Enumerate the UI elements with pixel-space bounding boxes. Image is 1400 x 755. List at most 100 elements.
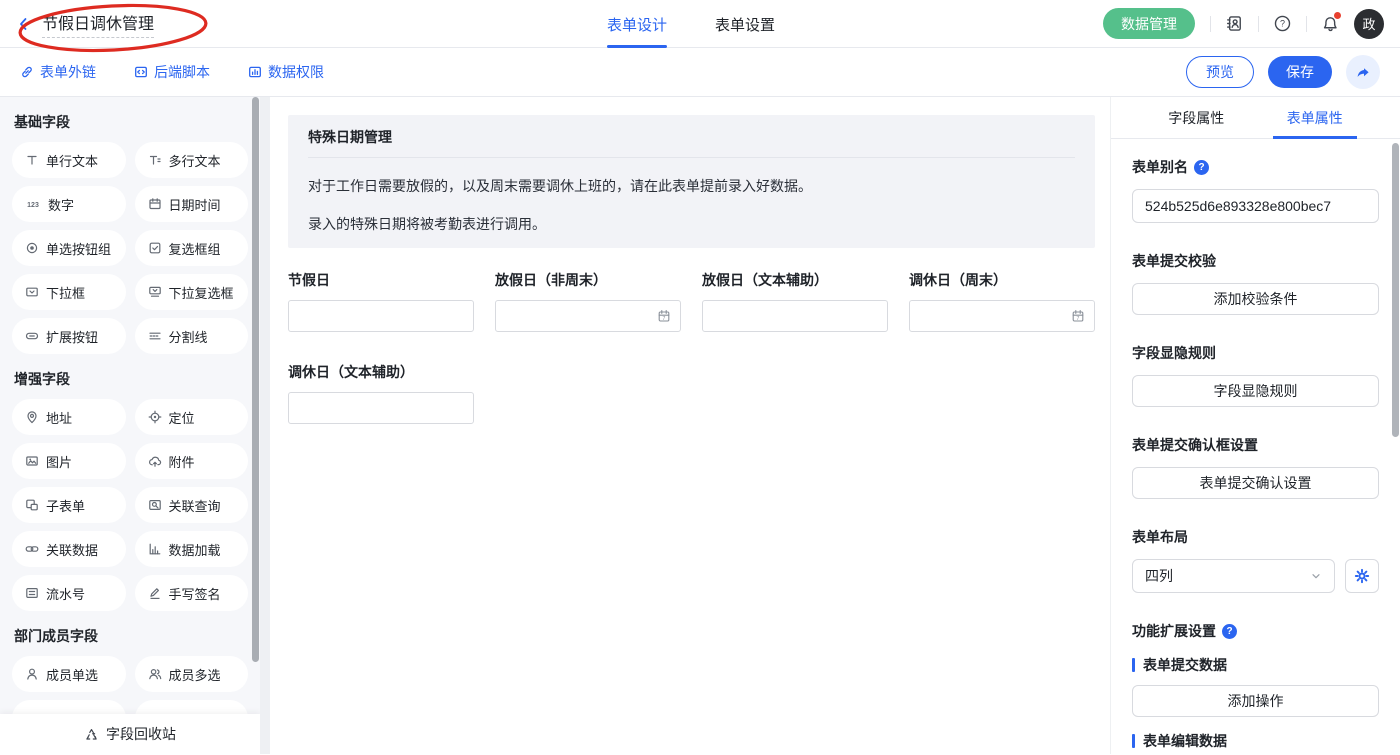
section-title: 基础字段 [14,112,246,132]
help-icon[interactable]: ? [1274,15,1291,32]
tab-form-design[interactable]: 表单设计 [607,0,667,48]
single-line-text-icon [25,153,39,167]
visibility-rule-button[interactable]: 字段显隐规则 [1132,375,1379,407]
main-tabs: 表单设计 表单设置 [607,0,775,48]
form-canvas: 特殊日期管理 对于工作日需要放假的，以及周末需要调休上班的，请在此表单提前录入好… [270,97,1110,754]
multi-dropdown-icon [148,285,162,299]
map-pin-icon [25,410,39,424]
panel-scrollbar[interactable] [1392,143,1399,437]
form-title[interactable]: 节假日调休管理 [42,10,154,38]
form-alias-input[interactable]: 524b525d6e893328e800bec7 [1132,189,1379,223]
field-pill-subform[interactable]: 子表单 [12,487,126,523]
notification-bell-icon[interactable] [1322,15,1339,32]
section-title: 增强字段 [14,369,246,389]
field-pill-location[interactable]: 定位 [135,399,249,435]
help-badge-icon[interactable]: ? [1194,160,1209,175]
number-icon: 123 [25,197,41,211]
text-input[interactable] [702,300,888,332]
description-card[interactable]: 特殊日期管理 对于工作日需要放假的，以及周末需要调休上班的，请在此表单提前录入好… [288,115,1095,248]
field-pill-single-line-text[interactable]: 单行文本 [12,142,126,178]
field-pill-address[interactable]: 地址 [12,399,126,435]
data-manage-button[interactable]: 数据管理 [1103,8,1195,39]
bar-chart-icon [148,542,162,556]
canvas-field-dayoff-text[interactable]: 放假日（文本辅助） [702,270,888,332]
field-pill-extend-button[interactable]: 扩展按钮 [12,318,126,354]
field-pill-select[interactable]: 下拉框 [12,274,126,310]
field-pill-checkbox-group[interactable]: 复选框组 [135,230,249,266]
avatar[interactable]: 政 [1354,9,1384,39]
field-pill-member-multi[interactable]: 成员多选 [135,656,249,692]
add-check-condition-button[interactable]: 添加校验条件 [1132,283,1379,315]
section-title: 部门成员字段 [14,626,246,646]
field-pill-serial-number[interactable]: 流水号 [12,575,126,611]
field-pill-linked-query[interactable]: 关联查询 [135,487,249,523]
field-pill-datetime[interactable]: 日期时间 [135,186,249,222]
text-input[interactable] [288,300,474,332]
text-input[interactable] [288,392,474,424]
form-layout-label: 表单布局 [1132,527,1379,547]
recycle-icon [84,727,99,742]
canvas-field-workday-text[interactable]: 调休日（文本辅助） [288,362,474,424]
add-submit-action-button[interactable]: 添加操作 [1132,685,1379,717]
field-pill-data-load[interactable]: 数据加载 [135,531,249,567]
tab-form-properties[interactable]: 表单属性 [1281,97,1349,138]
permission-icon [248,65,262,79]
dropdown-icon [25,285,39,299]
form-alias-label: 表单别名 [1132,157,1188,177]
submit-confirm-button[interactable]: 表单提交确认设置 [1132,467,1379,499]
card-text-line1: 对于工作日需要放假的，以及周末需要调休上班的，请在此表单提前录入好数据。 [308,176,1075,196]
field-pill-multiline-text[interactable]: 多行文本 [135,142,249,178]
edit-data-label: 表单编辑数据 [1132,731,1379,751]
top-nav: 节假日调休管理 表单设计 表单设置 数据管理 ? 政 [0,0,1400,48]
field-pill-linked-data[interactable]: 关联数据 [12,531,126,567]
script-icon [134,65,148,79]
crosshair-icon [148,410,162,424]
svg-text:?: ? [1280,19,1285,29]
date-input[interactable]: 7 [495,300,681,332]
canvas-field-holiday[interactable]: 节假日 [288,270,474,332]
field-pill-image[interactable]: 图片 [12,443,126,479]
divider-lines-icon [148,329,162,343]
field-pill-multi-select[interactable]: 下拉复选框 [135,274,249,310]
properties-panel: 字段属性 表单属性 表单别名 ? 524b525d6e893328e800bec… [1110,97,1400,754]
preview-button[interactable]: 预览 [1186,56,1254,88]
people-icon [148,667,162,681]
layout-settings-button[interactable] [1345,559,1379,593]
chevron-down-icon [1310,570,1322,582]
svg-text:7: 7 [663,316,666,322]
date-input[interactable]: 7 [909,300,1095,332]
canvas-field-workday-weekend[interactable]: 调休日（周末） 7 [909,270,1095,332]
serial-number-icon [25,586,39,600]
person-icon [25,667,39,681]
canvas-field-dayoff-nonweekend[interactable]: 放假日（非周末） 7 [495,270,681,332]
card-title: 特殊日期管理 [308,127,1075,147]
field-pill-signature[interactable]: 手写签名 [135,575,249,611]
calendar-7-icon: 7 [1071,309,1085,323]
address-book-icon[interactable] [1226,15,1243,32]
field-pill-radio-group[interactable]: 单选按钮组 [12,230,126,266]
field-pill-divider[interactable]: 分割线 [135,318,249,354]
field-pill-number[interactable]: 123数字 [12,186,126,222]
field-pill-attachment[interactable]: 附件 [135,443,249,479]
external-link-button[interactable]: 表单外链 [20,62,96,82]
backend-script-button[interactable]: 后端脚本 [134,62,210,82]
gear-icon [1354,568,1370,584]
svg-text:7: 7 [1077,316,1080,322]
link-icon [20,65,34,79]
save-button[interactable]: 保存 [1268,56,1332,88]
tab-field-properties[interactable]: 字段属性 [1162,97,1230,138]
tab-form-settings[interactable]: 表单设置 [715,0,775,48]
layout-select[interactable]: 四列 [1132,559,1335,593]
field-recycle-bin[interactable]: 字段回收站 [0,714,260,754]
back-icon[interactable] [16,16,32,32]
sidebar-scrollbar[interactable] [252,97,259,662]
field-pill-member-single[interactable]: 成员单选 [12,656,126,692]
submit-confirm-label: 表单提交确认框设置 [1132,435,1379,455]
share-button[interactable] [1346,55,1380,89]
help-badge-icon[interactable]: ? [1222,624,1237,639]
data-permission-button[interactable]: 数据权限 [248,62,324,82]
divider [1258,16,1259,32]
field-library-sidebar: 基础字段 单行文本 多行文本 123数字 日期时间 单选按钮组 复选框组 下拉框… [0,97,260,754]
image-icon [25,454,39,468]
svg-text:123: 123 [27,202,39,209]
